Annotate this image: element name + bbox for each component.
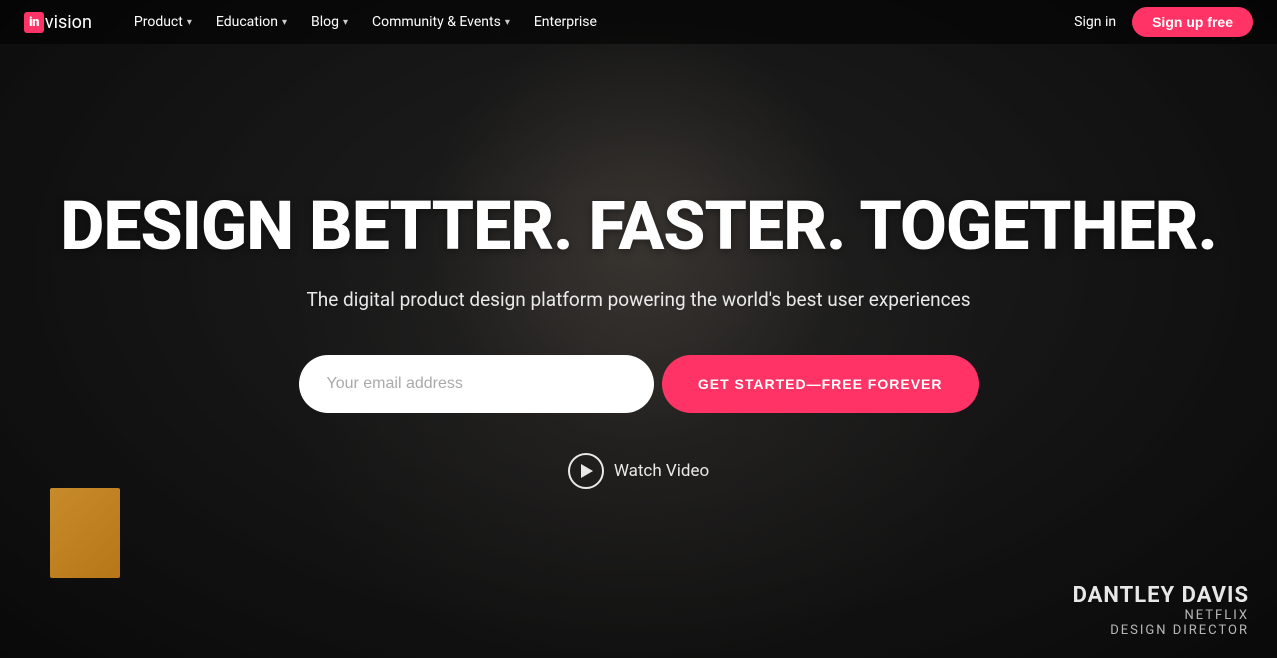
watch-video-button[interactable]: Watch Video [568, 453, 709, 489]
chevron-down-icon: ▾ [187, 17, 192, 28]
person-credit: DANTLEY DAVIS NETFLIX DESIGN DIRECTOR [1073, 583, 1249, 638]
nav-education[interactable]: Education ▾ [206, 8, 297, 36]
play-circle-icon [568, 453, 604, 489]
hero-title: DESIGN BETTER. FASTER. TOGETHER. [60, 189, 1217, 264]
email-input[interactable] [299, 355, 654, 413]
chevron-down-icon: ▾ [343, 17, 348, 28]
logo-box: in [24, 12, 44, 33]
chevron-down-icon: ▾ [505, 17, 510, 28]
nav-links: Product ▾ Education ▾ Blog ▾ Community &… [124, 8, 1074, 36]
sign-in-link[interactable]: Sign in [1074, 14, 1116, 30]
nav-enterprise[interactable]: Enterprise [524, 8, 607, 36]
hero-content: DESIGN BETTER. FASTER. TOGETHER. The dig… [0, 0, 1277, 658]
nav-right: Sign in Sign up free [1074, 7, 1253, 37]
get-started-button[interactable]: GET STARTED—FREE FOREVER [662, 355, 979, 413]
main-nav: in vision Product ▾ Education ▾ Blog ▾ C… [0, 0, 1277, 44]
hero-subtitle: The digital product design platform powe… [306, 288, 970, 311]
credit-role: DESIGN DIRECTOR [1073, 623, 1249, 638]
hero-section: in vision Product ▾ Education ▾ Blog ▾ C… [0, 0, 1277, 658]
signup-button[interactable]: Sign up free [1132, 7, 1253, 37]
watch-video-label: Watch Video [614, 461, 709, 481]
logo-text: vision [45, 12, 92, 33]
nav-community-events[interactable]: Community & Events ▾ [362, 8, 520, 36]
hero-cta-row: GET STARTED—FREE FOREVER [299, 355, 979, 413]
nav-product[interactable]: Product ▾ [124, 8, 202, 36]
play-triangle-icon [581, 464, 593, 478]
credit-company: NETFLIX [1073, 608, 1249, 623]
chevron-down-icon: ▾ [282, 17, 287, 28]
credit-name: DANTLEY DAVIS [1073, 583, 1249, 608]
nav-blog[interactable]: Blog ▾ [301, 8, 358, 36]
logo-link[interactable]: in vision [24, 12, 92, 33]
